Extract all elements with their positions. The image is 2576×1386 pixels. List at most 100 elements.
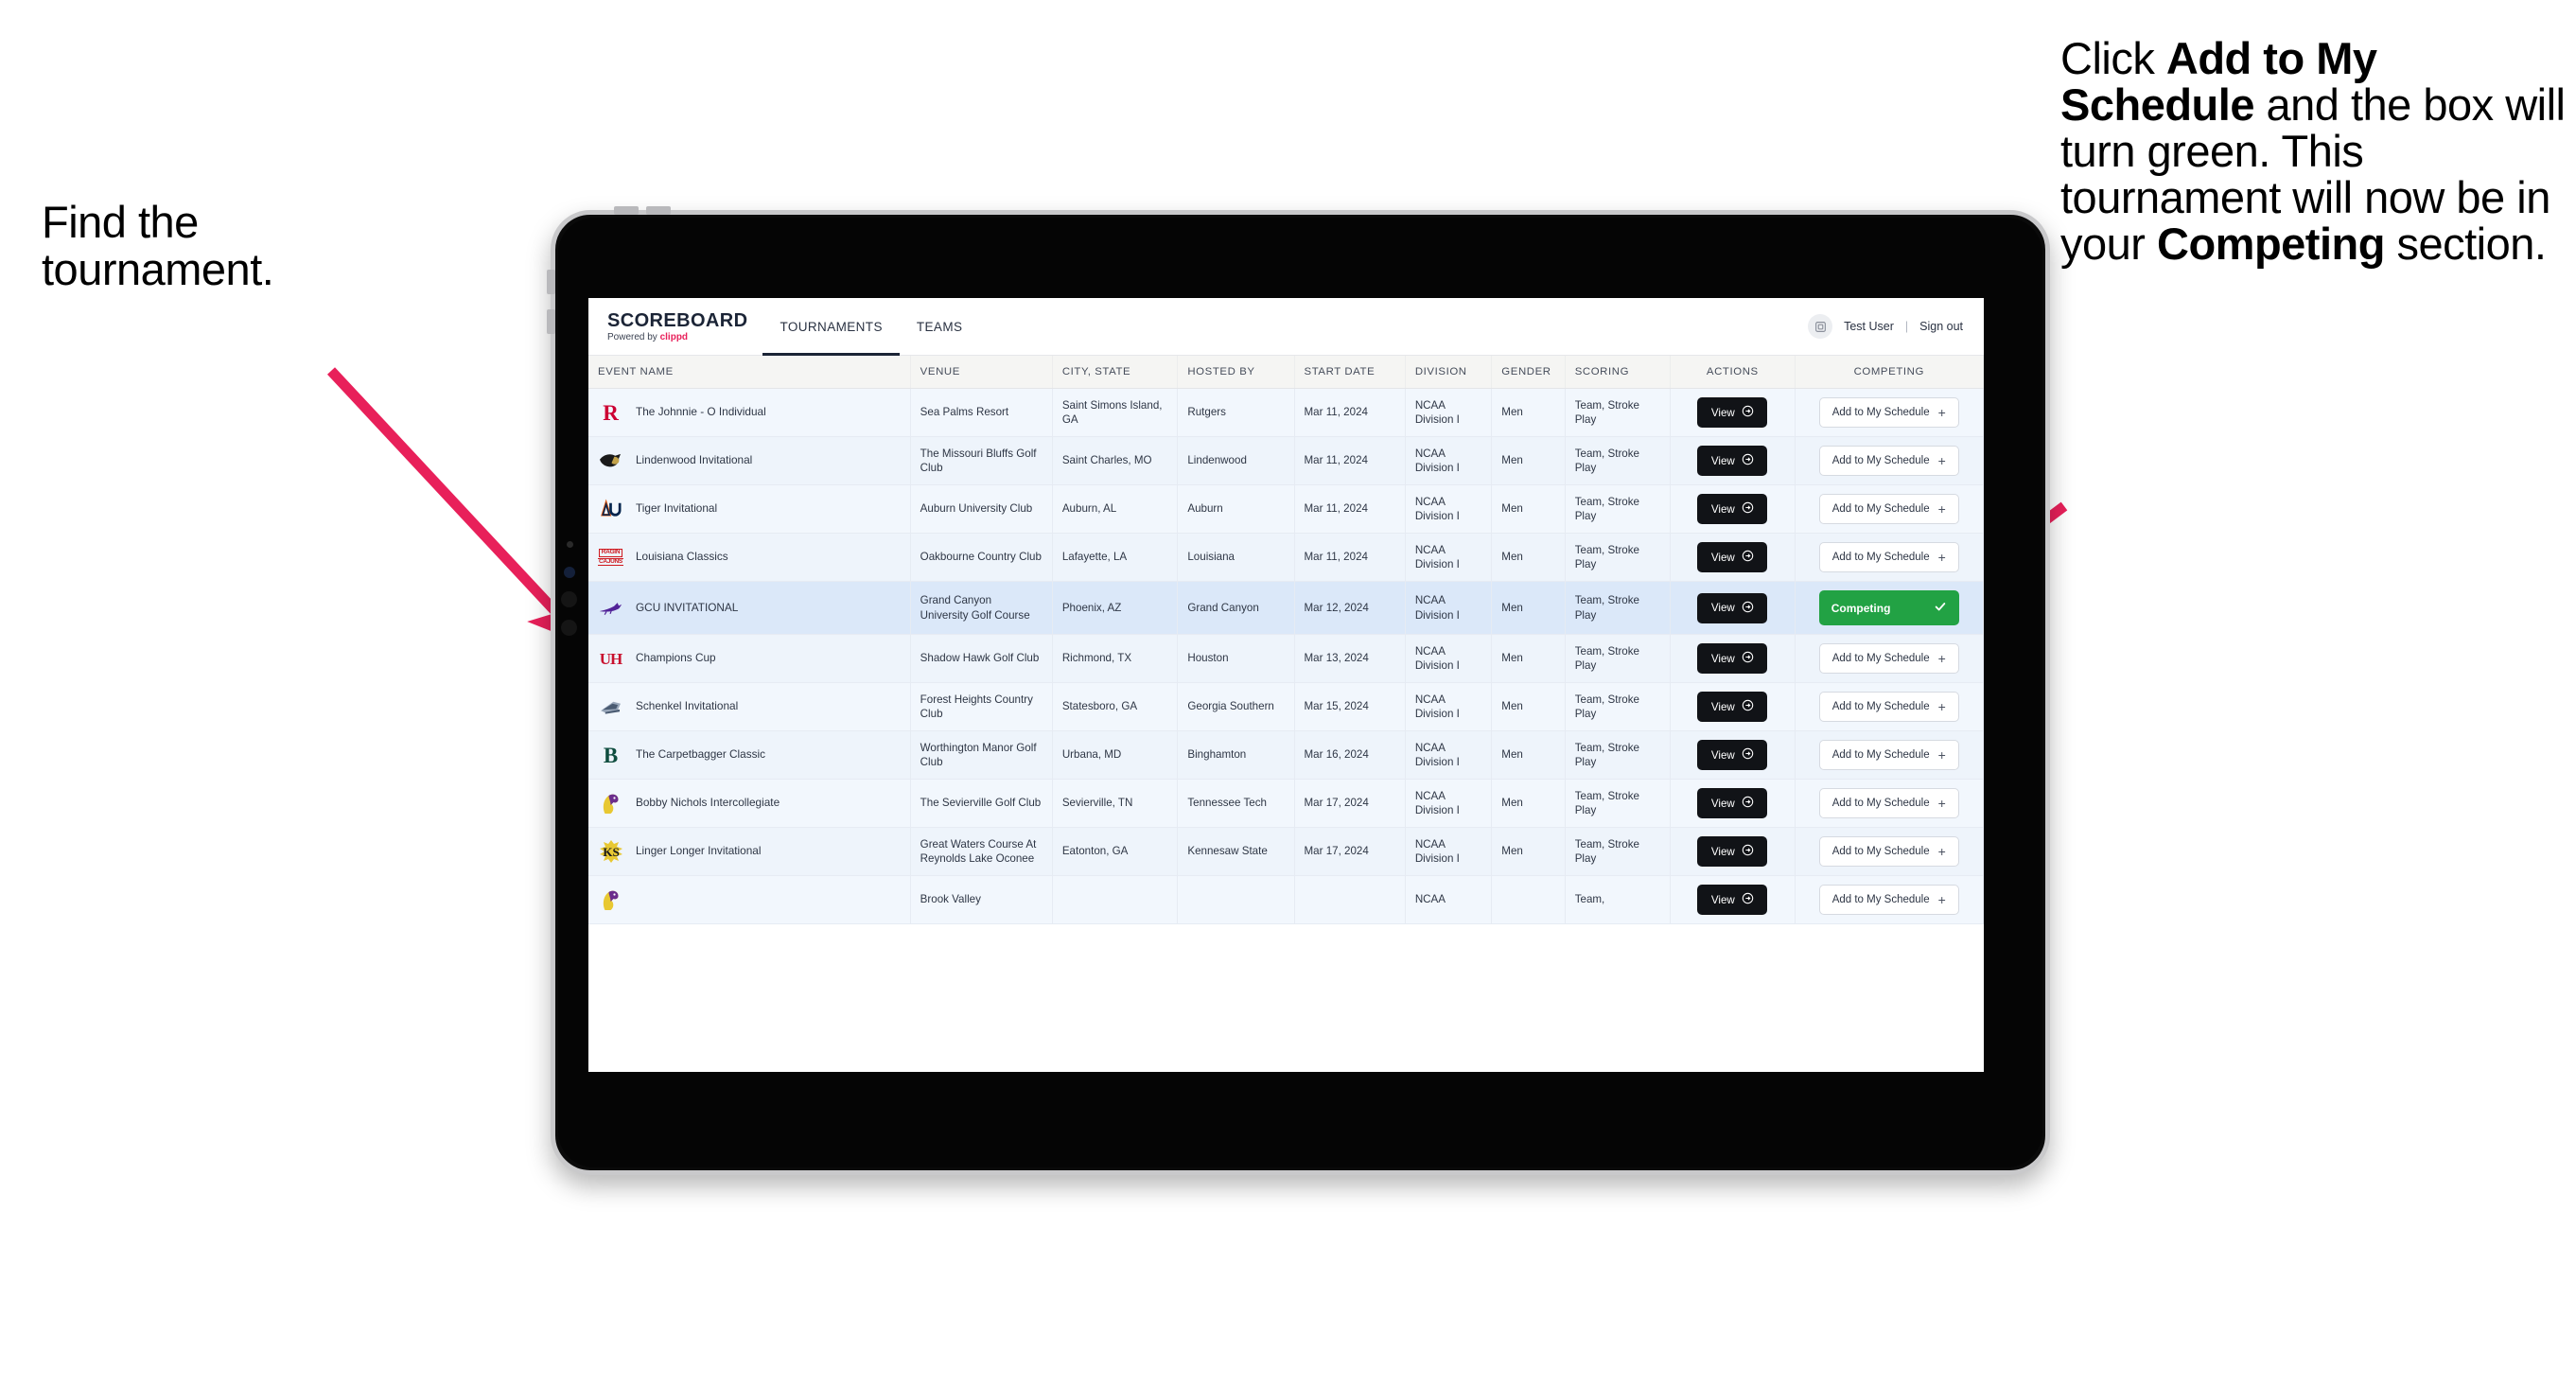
- column-header-competing[interactable]: COMPETING: [1795, 356, 1984, 389]
- plus-icon: +: [1937, 453, 1946, 468]
- column-header-label: CITY, STATE: [1061, 366, 1131, 377]
- table-header-row: EVENT NAME VENUE CITY, STATE HOSTED BY START…: [588, 356, 1984, 389]
- table-row[interactable]: Brook Valley NCAA Team, View Add to My Sched…: [588, 875, 1984, 924]
- cell-gender: Men: [1491, 682, 1566, 731]
- column-header-venue[interactable]: VENUE: [910, 356, 1053, 389]
- column-header-date[interactable]: START DATE: [1294, 356, 1406, 389]
- user-badge-icon[interactable]: [1808, 314, 1833, 339]
- cell-start-date-label: Mar 17, 2024: [1304, 845, 1369, 858]
- add-to-my-schedule-button[interactable]: Add to My Schedule +: [1818, 836, 1959, 867]
- cell-venue-label: Great Waters Course At Reynolds Lake Oco…: [920, 837, 1037, 865]
- event-name-label: Schenkel Invitational: [636, 699, 739, 713]
- team-logo-icon: [598, 497, 623, 522]
- table-row[interactable]: Bobby Nichols Intercollegiate The Sevierv…: [588, 779, 1984, 828]
- add-to-my-schedule-label: Add to My Schedule: [1831, 894, 1930, 905]
- table-row[interactable]: Tiger Invitational Auburn University Club…: [588, 484, 1984, 534]
- device-speaker-dot-2: [561, 620, 577, 636]
- table-row[interactable]: RAGIN CAJUNS Louisiana Classics Oakbourne C…: [588, 533, 1984, 582]
- device-volume-button-down[interactable]: [547, 309, 555, 334]
- table-row[interactable]: Schenkel Invitational Forest Heights Coun…: [588, 682, 1984, 731]
- device-top-button-1[interactable]: [614, 206, 639, 215]
- annotation-add-to-schedule: Click Add to My Schedule and the box wil…: [2060, 35, 2571, 267]
- add-to-my-schedule-button[interactable]: Add to My Schedule +: [1818, 494, 1959, 524]
- view-button[interactable]: View: [1697, 740, 1768, 770]
- device-top-button-2[interactable]: [646, 206, 671, 215]
- cell-city-state: Urbana, MD: [1052, 730, 1179, 780]
- cell-event-name: KS Linger Longer Invitational: [588, 827, 911, 876]
- competing-status-button[interactable]: Competing: [1818, 590, 1959, 625]
- cell-division: NCAA Division I: [1405, 581, 1493, 635]
- cell-division-label: NCAA Division I: [1414, 495, 1460, 522]
- event-name-label: Tiger Invitational: [636, 501, 718, 516]
- view-button[interactable]: View: [1697, 692, 1768, 722]
- view-button[interactable]: View: [1697, 885, 1768, 915]
- cell-venue-label: Shadow Hawk Golf Club: [920, 652, 1040, 665]
- add-to-my-schedule-button[interactable]: Add to My Schedule +: [1818, 692, 1959, 722]
- device-volume-button-up[interactable]: [547, 270, 555, 294]
- column-header-scoring[interactable]: SCORING: [1565, 356, 1672, 389]
- view-button[interactable]: View: [1697, 592, 1768, 623]
- cell-city-state: Eatonton, GA: [1052, 827, 1179, 876]
- column-header-event[interactable]: EVENT NAME: [588, 356, 911, 389]
- table-row[interactable]: GCU INVITATIONAL Grand Canyon University …: [588, 581, 1984, 635]
- add-to-my-schedule-button[interactable]: Add to My Schedule +: [1818, 397, 1959, 428]
- view-button[interactable]: View: [1697, 836, 1768, 867]
- column-header-label: DIVISION: [1414, 366, 1467, 377]
- cell-scoring-label: Team, Stroke Play: [1574, 837, 1640, 865]
- plus-icon: +: [1937, 796, 1946, 811]
- cell-start-date: Mar 16, 2024: [1294, 730, 1406, 780]
- plus-icon: +: [1937, 892, 1946, 907]
- add-to-my-schedule-button[interactable]: Add to My Schedule +: [1818, 542, 1959, 572]
- cell-gender: Men: [1491, 533, 1566, 582]
- brand-powered-prefix: Powered by: [607, 331, 660, 342]
- cell-gender: Men: [1491, 634, 1566, 683]
- tab-tournaments[interactable]: TOURNAMENTS: [762, 298, 901, 356]
- table-row[interactable]: UH Champions Cup Shadow Hawk Golf Club Rich…: [588, 634, 1984, 683]
- add-to-my-schedule-button[interactable]: Add to My Schedule +: [1818, 740, 1959, 770]
- cell-hosted-by: Lindenwood: [1177, 436, 1295, 485]
- column-header-city[interactable]: CITY, STATE: [1052, 356, 1179, 389]
- add-to-my-schedule-button[interactable]: Add to My Schedule +: [1818, 446, 1959, 476]
- cell-actions: View: [1670, 533, 1796, 582]
- column-header-division[interactable]: DIVISION: [1405, 356, 1493, 389]
- view-button[interactable]: View: [1697, 446, 1768, 476]
- arrow-right-circle-icon: [1742, 453, 1754, 468]
- view-button[interactable]: View: [1697, 643, 1768, 674]
- column-header-label: START DATE: [1304, 366, 1376, 377]
- cell-division-label: NCAA Division I: [1414, 693, 1460, 720]
- cell-gender: Men: [1491, 730, 1566, 780]
- add-to-my-schedule-label: Add to My Schedule: [1831, 798, 1930, 809]
- cell-start-date-label: Mar 11, 2024: [1304, 551, 1368, 564]
- view-button[interactable]: View: [1697, 788, 1768, 818]
- column-header-gender[interactable]: GENDER: [1491, 356, 1566, 389]
- cell-actions: View: [1670, 634, 1796, 683]
- user-name: Test User: [1844, 320, 1894, 333]
- column-header-host[interactable]: HOSTED BY: [1177, 356, 1295, 389]
- view-button[interactable]: View: [1697, 494, 1768, 524]
- cell-division-label: NCAA Division I: [1414, 741, 1460, 768]
- cell-venue-label: Worthington Manor Golf Club: [920, 741, 1037, 768]
- svg-text:KS: KS: [603, 845, 619, 859]
- cell-gender: [1491, 875, 1566, 924]
- column-header-actions[interactable]: ACTIONS: [1670, 356, 1796, 389]
- table-row[interactable]: R The Johnnie - O Individual Sea Palms Res…: [588, 388, 1984, 437]
- table-row[interactable]: Lindenwood Invitational The Missouri Bluf…: [588, 436, 1984, 485]
- cell-hosted-by-label: Rutgers: [1187, 406, 1226, 419]
- cell-city-state-label: Saint Simons Island, GA: [1061, 398, 1163, 426]
- table-row[interactable]: KS Linger Longer Invitational Great Waters…: [588, 827, 1984, 876]
- tab-teams[interactable]: TEAMS: [900, 298, 980, 355]
- add-to-my-schedule-button[interactable]: Add to My Schedule +: [1818, 788, 1959, 818]
- column-header-label: HOSTED BY: [1187, 366, 1255, 377]
- cell-gender-label: Men: [1501, 454, 1523, 467]
- view-button[interactable]: View: [1697, 397, 1768, 428]
- cell-scoring-label: Team, Stroke Play: [1574, 543, 1640, 570]
- add-to-my-schedule-button[interactable]: Add to My Schedule +: [1818, 643, 1959, 674]
- view-button[interactable]: View: [1697, 542, 1768, 572]
- brand-logo[interactable]: SCOREBOARD Powered by clippd: [588, 298, 762, 355]
- add-to-my-schedule-button[interactable]: Add to My Schedule +: [1818, 885, 1959, 915]
- column-header-label: EVENT NAME: [598, 366, 674, 377]
- sign-out-link[interactable]: Sign out: [1919, 320, 1963, 333]
- tab-tournaments-label: TOURNAMENTS: [780, 319, 883, 334]
- cell-scoring: Team, Stroke Play: [1565, 779, 1672, 828]
- table-row[interactable]: B The Carpetbagger Classic Worthington Man…: [588, 730, 1984, 780]
